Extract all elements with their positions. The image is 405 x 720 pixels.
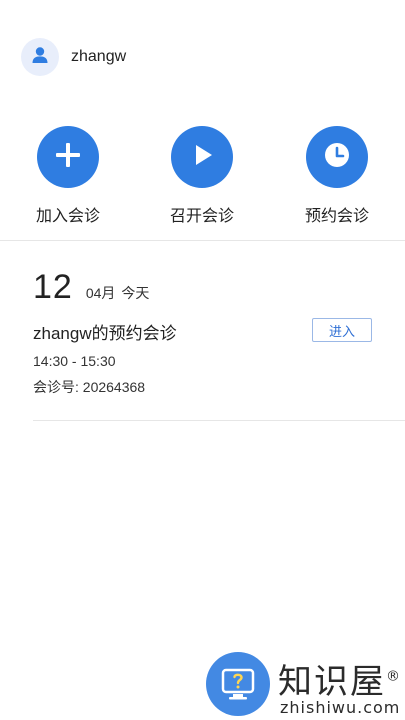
schedule-consultation-button[interactable]: 预约会诊 [287, 126, 387, 226]
join-consultation-label: 加入会诊 [35, 208, 100, 225]
registered-mark: ® [386, 668, 400, 685]
quick-actions: 加入会诊 召开会诊 预约会诊 [0, 126, 405, 226]
schedule-consultation-label: 预约会诊 [304, 208, 369, 225]
question-monitor-icon [206, 652, 270, 716]
join-consultation-button[interactable]: 加入会诊 [18, 126, 118, 226]
play-icon [187, 140, 217, 175]
plus-icon [53, 140, 83, 175]
schedule-date: 12 04月 今天 [33, 268, 149, 307]
join-consultation-circle[interactable] [37, 126, 99, 188]
watermark-en: zhishiwu.com [280, 698, 401, 717]
start-consultation-label: 召开会诊 [169, 208, 234, 225]
section-divider [0, 240, 405, 241]
clock-icon [322, 140, 352, 175]
watermark-cn-text: 知识屋 [278, 662, 386, 702]
watermark-logo: 知识屋® zhishiwu.com [206, 652, 405, 720]
start-consultation-circle[interactable] [171, 126, 233, 188]
meeting-divider [33, 420, 405, 421]
meeting-id: 会诊号: 20264368 [33, 379, 146, 395]
date-day: 12 [33, 268, 73, 306]
start-consultation-button[interactable]: 召开会诊 [152, 126, 252, 226]
schedule-consultation-circle[interactable] [306, 126, 368, 188]
date-month: 04月 [85, 285, 116, 301]
enter-meeting-button[interactable]: 进入 [312, 318, 372, 342]
watermark-cn: 知识屋® [278, 654, 400, 703]
meeting-time: 14:30 - 15:30 [33, 353, 116, 369]
user-header[interactable]: zhangw [21, 38, 126, 76]
avatar[interactable] [21, 38, 59, 76]
user-icon [30, 45, 50, 70]
username: zhangw [71, 48, 127, 65]
date-today: 今天 [121, 285, 150, 301]
